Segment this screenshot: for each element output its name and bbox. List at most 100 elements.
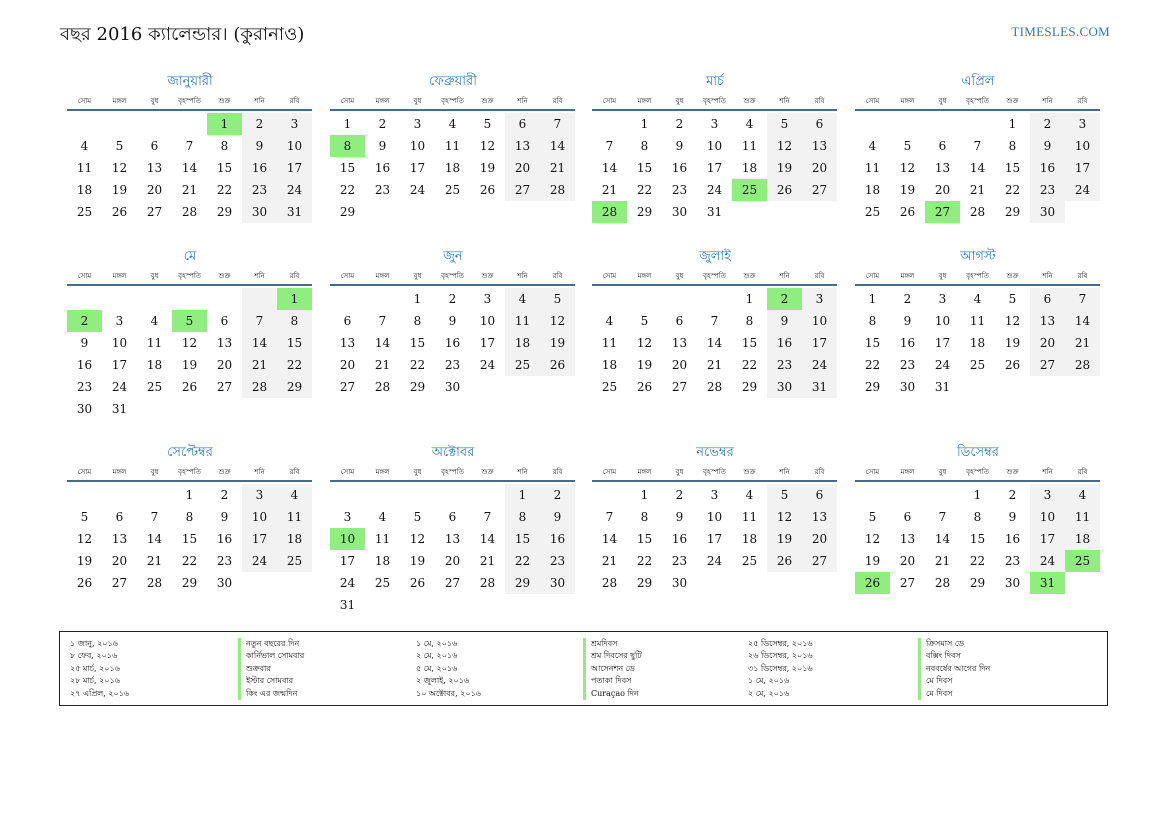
month-block: এপ্রিল সোম মঙ্গল বুধ বৃহস্পতি শুক্র শনি রবি 1 2 3 4…	[855, 72, 1101, 223]
day-cell: 1	[745, 292, 754, 306]
day-cell: 22	[864, 358, 881, 372]
day-cell: 26	[409, 576, 426, 590]
day-cell: 4	[868, 139, 877, 153]
day-cell: 19	[181, 358, 198, 372]
week-row: 17 18 19 20 21 22 23	[330, 550, 576, 572]
week-row: 11 12 13 14 15 16 17	[67, 157, 313, 179]
holiday-date: ২ জুলাই, ২০১৬	[416, 676, 470, 686]
day-cell: 15	[216, 161, 233, 175]
holiday-dates-col-3: ২৫ ডিসেম্বর, ২০১৬ ২৬ ডিসেম্বর, ২০১৬ ৩১ ড…	[748, 638, 813, 700]
week-row: 7 8 9 10 11 12 13	[592, 135, 838, 157]
day-cell: 16	[444, 336, 461, 350]
day-cell: 5	[172, 310, 207, 332]
day-cell: 28	[181, 205, 198, 219]
day-cell: 26	[899, 205, 916, 219]
weekday-label: শনি	[779, 97, 790, 105]
day-cell: 22	[277, 354, 312, 376]
day-cell: 1	[413, 292, 422, 306]
day-cell: 8	[745, 314, 754, 328]
weekday-label: মঙ্গল	[375, 97, 390, 105]
holiday-names-col-1: নতুন বছরের দিন কার্নিভাল সোমবার শুক্রবার…	[246, 638, 304, 700]
day-cell: 25	[146, 380, 163, 394]
day-cell: 26	[76, 576, 93, 590]
weekday-label: রবি	[1077, 468, 1088, 476]
week-row: 1 234	[67, 484, 313, 506]
empty-day-cell	[207, 398, 242, 420]
weekday-label: শনি	[517, 468, 528, 476]
month-block: জানুয়ারী সোম মঙ্গল বুধ বৃহস্পতি শুক্র শনি রবি 1…	[67, 72, 313, 223]
weekday-label: রবি	[814, 97, 825, 105]
day-cell: 8	[640, 510, 649, 524]
empty-day-cell	[890, 113, 925, 135]
day-cell: 4	[505, 288, 540, 310]
day-cell: 3	[802, 288, 837, 310]
weekday-header: সোম মঙ্গল বুধ বৃহস্পতি শুক্র শনি রবি	[855, 269, 1101, 284]
weekday-label: বৃহস্পতি	[966, 97, 989, 105]
month-weeks: 1 2 3 4 5 6 7 8 9 10 11 12 13 14 15 16 17 18 19 20 21 22 23 24 2…	[592, 484, 838, 594]
day-cell: 12	[864, 532, 881, 546]
day-cell: 1	[640, 488, 649, 502]
day-cell: 12	[181, 336, 198, 350]
header-rule	[592, 284, 837, 286]
day-cell: 4	[277, 484, 312, 506]
day-cell: 2	[903, 292, 912, 306]
weekday-label: সোম	[865, 97, 880, 105]
day-cell: 16	[767, 332, 802, 354]
day-cell: 18	[741, 532, 758, 546]
holiday-name: মে দিবস	[926, 688, 953, 698]
holiday-date: ২৮ মার্চ, ২০১৬	[70, 676, 120, 686]
day-cell: 28	[592, 201, 627, 223]
week-row: 4 5 6 7 8 9 10	[592, 310, 838, 332]
day-cell: 12	[767, 506, 802, 528]
day-cell: 11	[601, 336, 618, 350]
day-cell: 29	[505, 572, 540, 594]
empty-day-cell	[365, 201, 400, 223]
day-cell: 5	[767, 484, 802, 506]
day-cell: 13	[802, 135, 837, 157]
weekday-label: শুক্র	[743, 468, 756, 476]
day-cell: 9	[903, 314, 912, 328]
empty-day-cell	[592, 288, 627, 310]
day-cell: 3	[1030, 484, 1065, 506]
day-cell: 2	[675, 488, 684, 502]
day-cell: 7	[378, 314, 387, 328]
header-rule	[855, 480, 1100, 482]
weekday-label: বুধ	[150, 468, 159, 476]
week-row: 8 9 10 11 12 13 14	[330, 135, 576, 157]
day-cell: 3	[277, 113, 312, 135]
weekday-label: বৃহস্পতি	[178, 97, 201, 105]
day-cell: 13	[671, 336, 688, 350]
day-cell: 27	[111, 576, 128, 590]
day-cell: 17	[339, 554, 356, 568]
day-cell: 10	[330, 528, 365, 550]
day-cell: 14	[601, 532, 618, 546]
day-cell: 28	[479, 576, 496, 590]
weekday-label: শুক্র	[1006, 272, 1019, 280]
holiday-date: ৫ মে, ২০১৬	[416, 663, 458, 673]
day-cell: 19	[540, 332, 575, 354]
day-cell: 24	[802, 354, 837, 376]
empty-day-cell	[505, 201, 540, 223]
day-cell: 4	[378, 510, 387, 524]
month-block: ডিসেম্বর সোম মঙ্গল বুধ বৃহস্পতি শুক্র শনি রবি 1 2…	[855, 443, 1101, 594]
month-name: ডিসেম্বর	[957, 445, 999, 460]
day-cell: 29	[216, 205, 233, 219]
holiday-date: ২ মে, ২০১৬	[748, 688, 790, 698]
day-cell: 21	[706, 358, 723, 372]
empty-day-cell	[767, 201, 802, 223]
empty-day-cell	[697, 288, 732, 310]
month-name: জুন	[443, 249, 463, 264]
day-cell: 19	[864, 554, 881, 568]
day-cell: 8	[330, 135, 365, 157]
day-cell: 21	[181, 183, 198, 197]
day-cell: 17	[111, 358, 128, 372]
day-cell: 21	[479, 554, 496, 568]
day-cell: 18	[505, 332, 540, 354]
day-cell: 23	[76, 380, 93, 394]
day-cell: 18	[601, 358, 618, 372]
brand-link[interactable]: TIMESLES.COM	[1011, 24, 1110, 40]
day-cell: 12	[767, 135, 802, 157]
header-rule	[330, 480, 575, 482]
day-cell: 5	[413, 510, 422, 524]
weekday-label: মঙ্গল	[900, 97, 915, 105]
